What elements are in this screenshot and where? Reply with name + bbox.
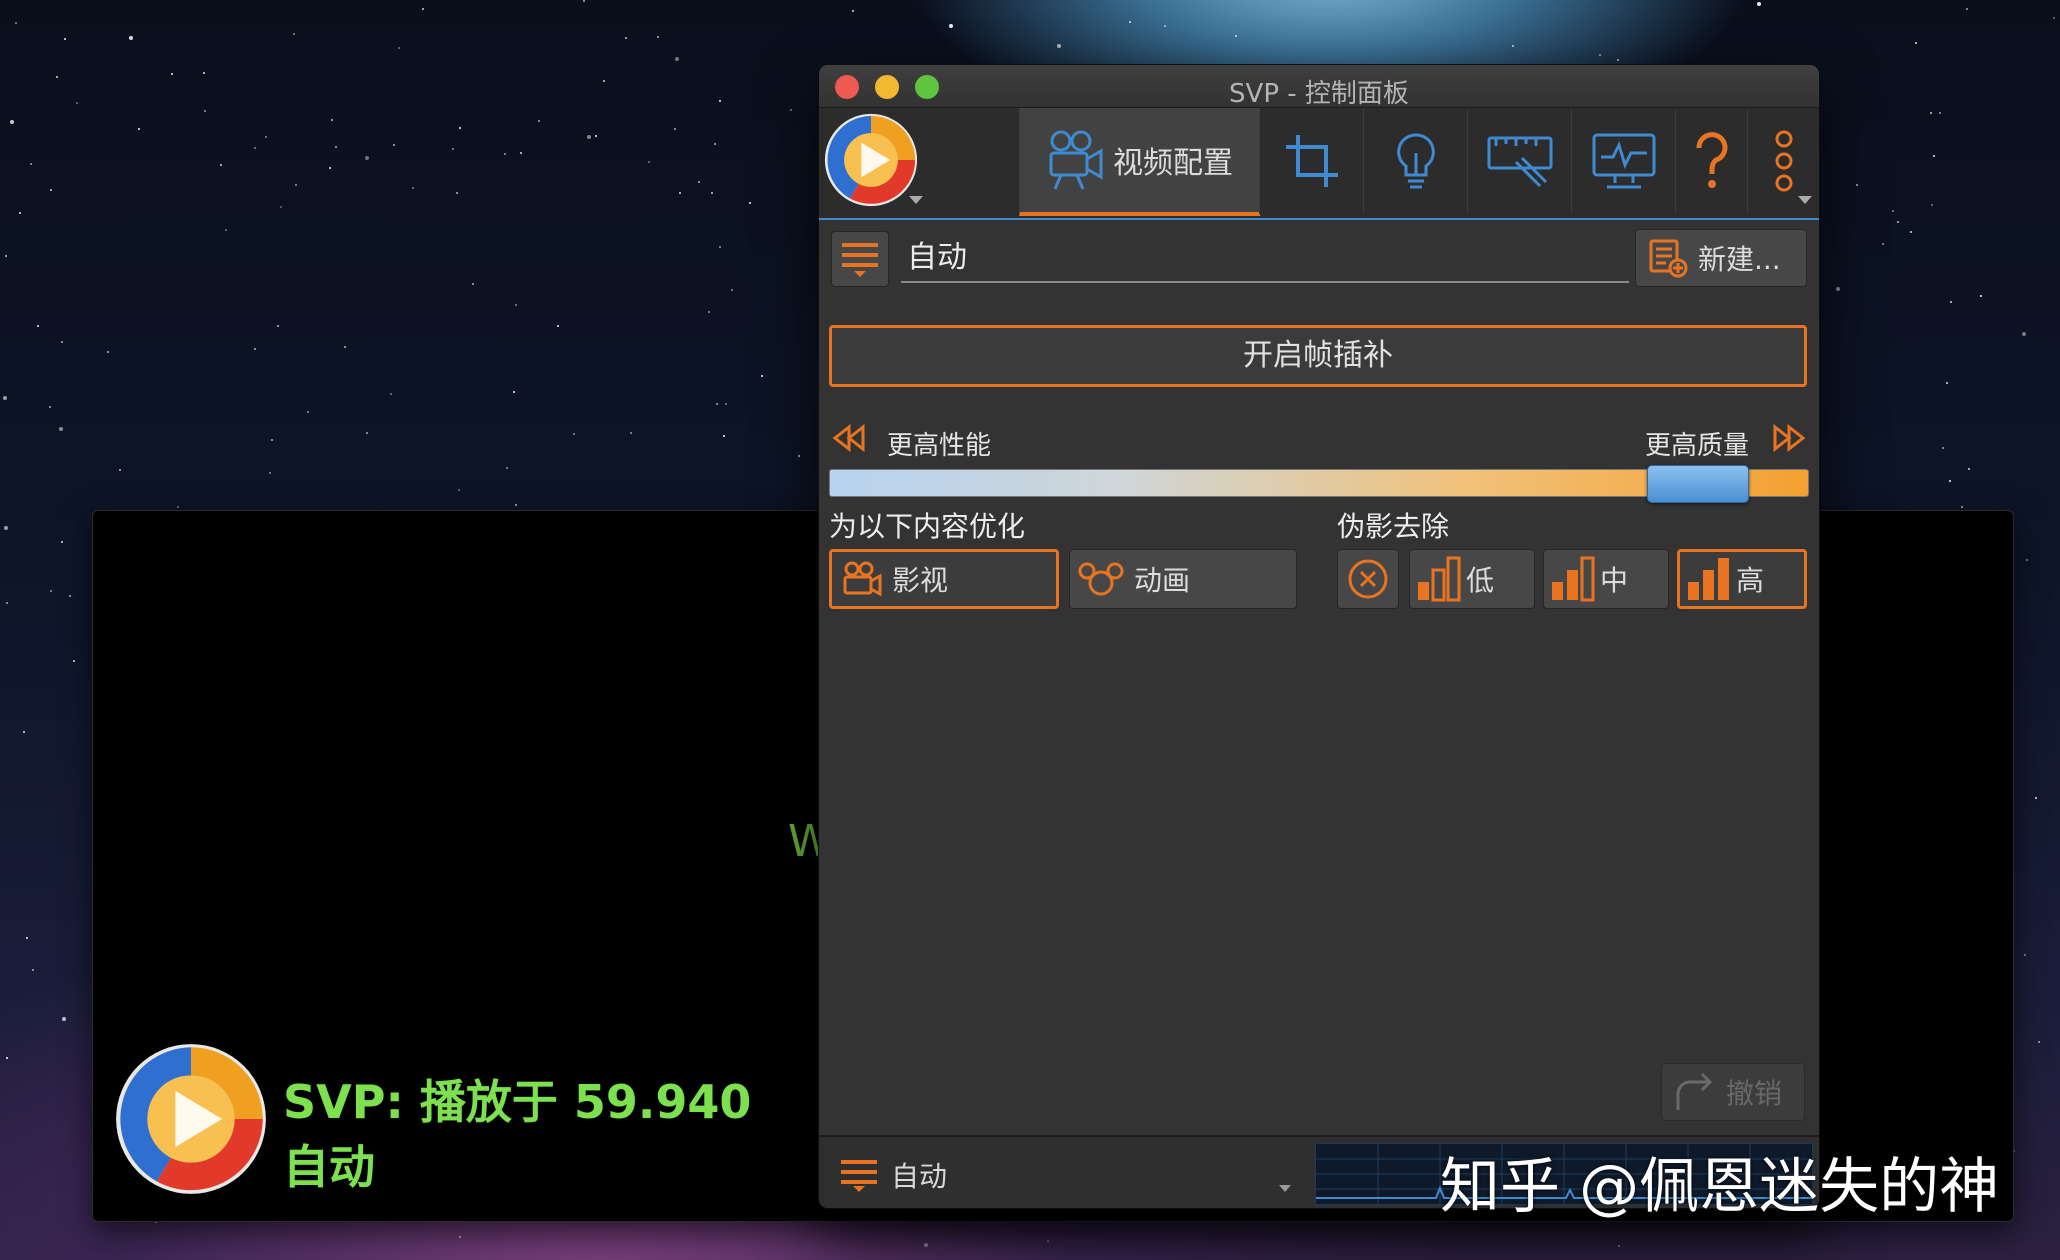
optimize-animation-button[interactable]: 动画 bbox=[1069, 549, 1297, 609]
chevron-down-icon bbox=[1798, 196, 1812, 204]
bars-high-icon bbox=[1688, 558, 1729, 600]
bars-mid-icon bbox=[1552, 556, 1595, 602]
ruler-edit-icon bbox=[1487, 136, 1553, 188]
artifacts-section-title: 伪影去除 bbox=[1337, 510, 1450, 543]
fast-forward-icon bbox=[1773, 423, 1806, 453]
svp-control-panel-window: SVP - 控制面板 视频配置 自动 新建... 开启帧插补 更高性能 更高质量… bbox=[818, 64, 1820, 1209]
new-profile-icon bbox=[1649, 239, 1688, 278]
bars-low-icon bbox=[1418, 556, 1461, 602]
new-profile-button[interactable]: 新建... bbox=[1635, 229, 1807, 287]
quality-slider[interactable] bbox=[829, 465, 1809, 503]
slider-handle[interactable] bbox=[1647, 465, 1749, 503]
profile-menu-button[interactable] bbox=[831, 231, 889, 287]
artifacts-low-label: 低 bbox=[1466, 564, 1495, 597]
artifacts-mid-button[interactable]: 中 bbox=[1543, 549, 1669, 609]
undo-button[interactable]: 撤销 bbox=[1661, 1063, 1805, 1121]
optimize-section-title: 为以下内容优化 bbox=[829, 510, 1026, 543]
osd-profile-line: 自动 bbox=[283, 1140, 375, 1194]
mickey-icon bbox=[1078, 562, 1124, 596]
more-menu-button[interactable] bbox=[1747, 108, 1819, 214]
tab-video-profile[interactable]: 视频配置 bbox=[1019, 108, 1260, 216]
chevron-down-icon bbox=[909, 196, 923, 204]
list-menu-icon bbox=[842, 243, 878, 277]
osd-status-line: SVP: 播放于 59.940 bbox=[283, 1075, 752, 1129]
status-profile-label: 自动 bbox=[891, 1160, 948, 1193]
optimize-film-button[interactable]: 影视 bbox=[829, 549, 1059, 609]
artifacts-high-label: 高 bbox=[1736, 564, 1765, 597]
quality-label: 更高质量 bbox=[1644, 431, 1749, 461]
tab-lighting[interactable] bbox=[1363, 108, 1468, 214]
svp-logo-icon bbox=[116, 1044, 266, 1194]
undo-label: 撤销 bbox=[1726, 1077, 1783, 1110]
title-bar[interactable]: SVP - 控制面板 bbox=[819, 65, 1819, 109]
window-title: SVP - 控制面板 bbox=[1229, 79, 1409, 109]
tab-crop[interactable] bbox=[1259, 108, 1364, 214]
crop-icon bbox=[1286, 135, 1338, 187]
lightbulb-icon bbox=[1397, 133, 1435, 189]
app-menu-button[interactable] bbox=[823, 112, 923, 208]
artifacts-high-button[interactable]: 高 bbox=[1677, 549, 1807, 609]
list-menu-icon[interactable] bbox=[837, 1157, 881, 1193]
video-camera-icon bbox=[1049, 130, 1103, 190]
artifacts-low-button[interactable]: 低 bbox=[1409, 549, 1535, 609]
off-circle-icon bbox=[1348, 559, 1388, 599]
rewind-icon bbox=[832, 423, 865, 453]
optimize-film-label: 影视 bbox=[892, 564, 949, 597]
tab-video-profile-label: 视频配置 bbox=[1113, 146, 1233, 181]
artifacts-mid-label: 中 bbox=[1600, 564, 1629, 597]
tab-monitor[interactable] bbox=[1571, 108, 1676, 214]
film-camera-icon bbox=[843, 561, 882, 597]
artifacts-off-button[interactable] bbox=[1337, 549, 1399, 609]
enable-frame-interpolation-button[interactable]: 开启帧插补 bbox=[829, 325, 1807, 387]
svp-logo-icon bbox=[824, 113, 918, 207]
toolbar: 视频配置 bbox=[819, 108, 1819, 220]
performance-label: 更高性能 bbox=[887, 431, 992, 461]
help-icon bbox=[1696, 132, 1728, 188]
optimize-animation-label: 动画 bbox=[1134, 564, 1191, 597]
more-vertical-icon bbox=[1775, 130, 1793, 192]
undo-arrow-icon bbox=[1676, 1072, 1713, 1110]
chevron-down-icon[interactable] bbox=[1279, 1185, 1291, 1192]
help-button[interactable] bbox=[1675, 108, 1748, 214]
watermark-text: 知乎 @佩恩迷失的神 bbox=[1440, 1152, 2000, 1222]
monitor-icon bbox=[1592, 133, 1656, 189]
tab-screen-edit[interactable] bbox=[1467, 108, 1572, 214]
profile-name-field[interactable]: 自动 bbox=[901, 233, 1629, 283]
new-profile-label: 新建... bbox=[1698, 243, 1781, 276]
